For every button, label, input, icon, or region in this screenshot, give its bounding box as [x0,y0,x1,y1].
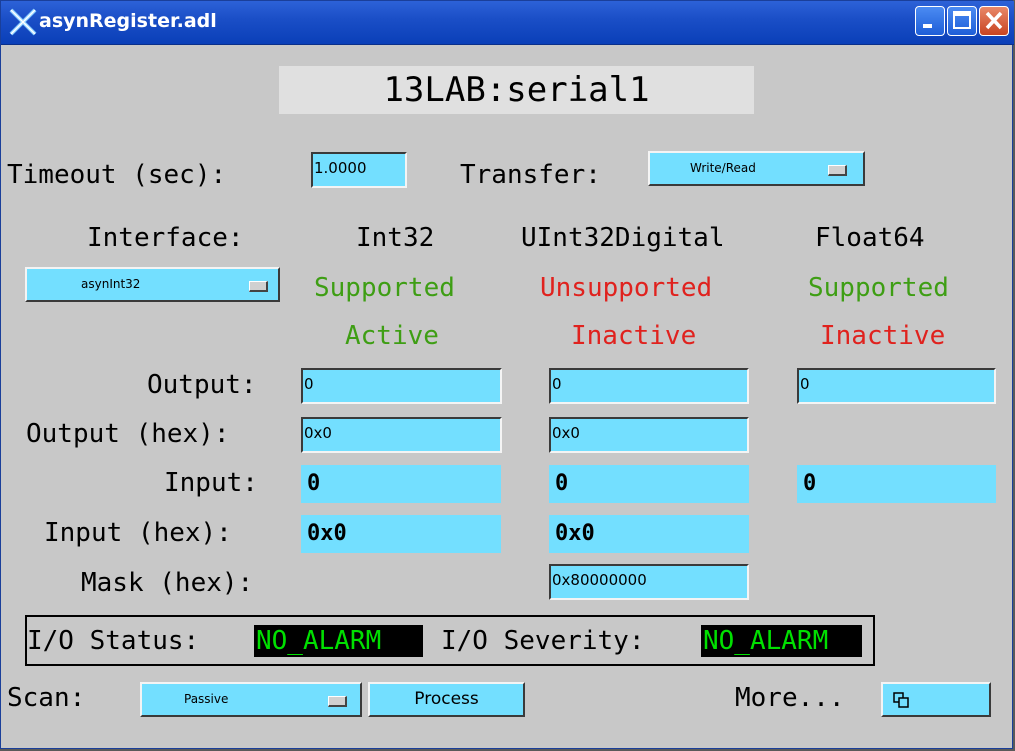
float64-input-value: 0 [797,465,996,503]
int32-support: Supported [314,273,455,303]
window-title: asynRegister.adl [39,10,217,32]
minimize-button[interactable] [915,6,945,36]
port-name: 13LAB:serial1 [383,70,650,110]
timeout-label: Timeout (sec): [7,160,227,190]
maximize-button[interactable] [947,6,977,36]
int32-output-field[interactable]: 0 [301,368,502,404]
app-window: asynRegister.adl 13LAB:serial1 Timeout (… [0,0,1014,749]
timeout-field[interactable]: 1.0000 [311,152,407,188]
io-status-value: NO_ALARM [254,625,423,657]
io-status-label: I/O Status: [27,626,200,656]
float64-support: Supported [808,273,949,303]
uint32-mask-hex-field[interactable]: 0x80000000 [549,564,749,600]
process-button[interactable]: Process [368,682,525,717]
uint32-output-field[interactable]: 0 [549,368,749,404]
uint32-input-value: 0 [549,465,749,503]
uint32-input-hex-value: 0x0 [549,515,749,553]
scan-label: Scan: [7,683,86,713]
mask-hex-label: Mask (hex): [81,568,254,598]
input-hex-label: Input (hex): [44,518,232,548]
transfer-label: Transfer: [460,160,601,190]
uint32digital-support: Unsupported [540,273,713,303]
io-severity-label: I/O Severity: [441,626,645,656]
x-window-icon [9,8,37,36]
float64-output-field[interactable]: 0 [797,368,996,404]
uint32-output-hex-field[interactable]: 0x0 [549,417,749,453]
scan-value: Passive [184,692,229,706]
menu-indicator-icon [828,165,847,176]
maximize-icon [953,11,971,29]
float64-header: Float64 [815,223,925,253]
uint32digital-header: UInt32Digital [521,223,725,253]
output-hex-label: Output (hex): [26,419,230,449]
close-icon [985,11,1003,30]
output-label: Output: [147,370,257,400]
int32-input-hex-value: 0x0 [301,515,501,553]
int32-status: Active [345,321,439,351]
menu-indicator-icon [328,696,347,707]
interface-menu-value: asynInt32 [81,277,141,291]
more-label: More... [735,683,845,713]
int32-input-value: 0 [301,465,501,503]
uint32digital-status: Inactive [571,321,697,351]
close-button[interactable] [979,6,1009,36]
scan-menu[interactable]: Passive [140,682,362,717]
float64-status: Inactive [820,321,946,351]
transfer-value: Write/Read [690,161,756,175]
io-severity-value: NO_ALARM [701,625,862,657]
port-name-banner: 13LAB:serial1 [279,66,754,114]
more-related-display-button[interactable] [881,682,991,717]
input-label: Input: [164,468,258,498]
int32-header: Int32 [356,223,435,253]
related-display-icon [893,692,909,708]
int32-output-hex-field[interactable]: 0x0 [301,417,502,453]
main-panel: 13LAB:serial1 Timeout (sec): 1.0000 Tran… [7,45,1008,743]
title-bar[interactable]: asynRegister.adl [1,1,1014,45]
interface-label: Interface: [87,223,244,253]
io-status-box: I/O Status: NO_ALARM I/O Severity: NO_AL… [25,615,875,666]
interface-menu[interactable]: asynInt32 [25,267,280,302]
minimize-icon [923,24,932,28]
menu-indicator-icon [249,281,268,292]
transfer-menu[interactable]: Write/Read [648,151,865,186]
